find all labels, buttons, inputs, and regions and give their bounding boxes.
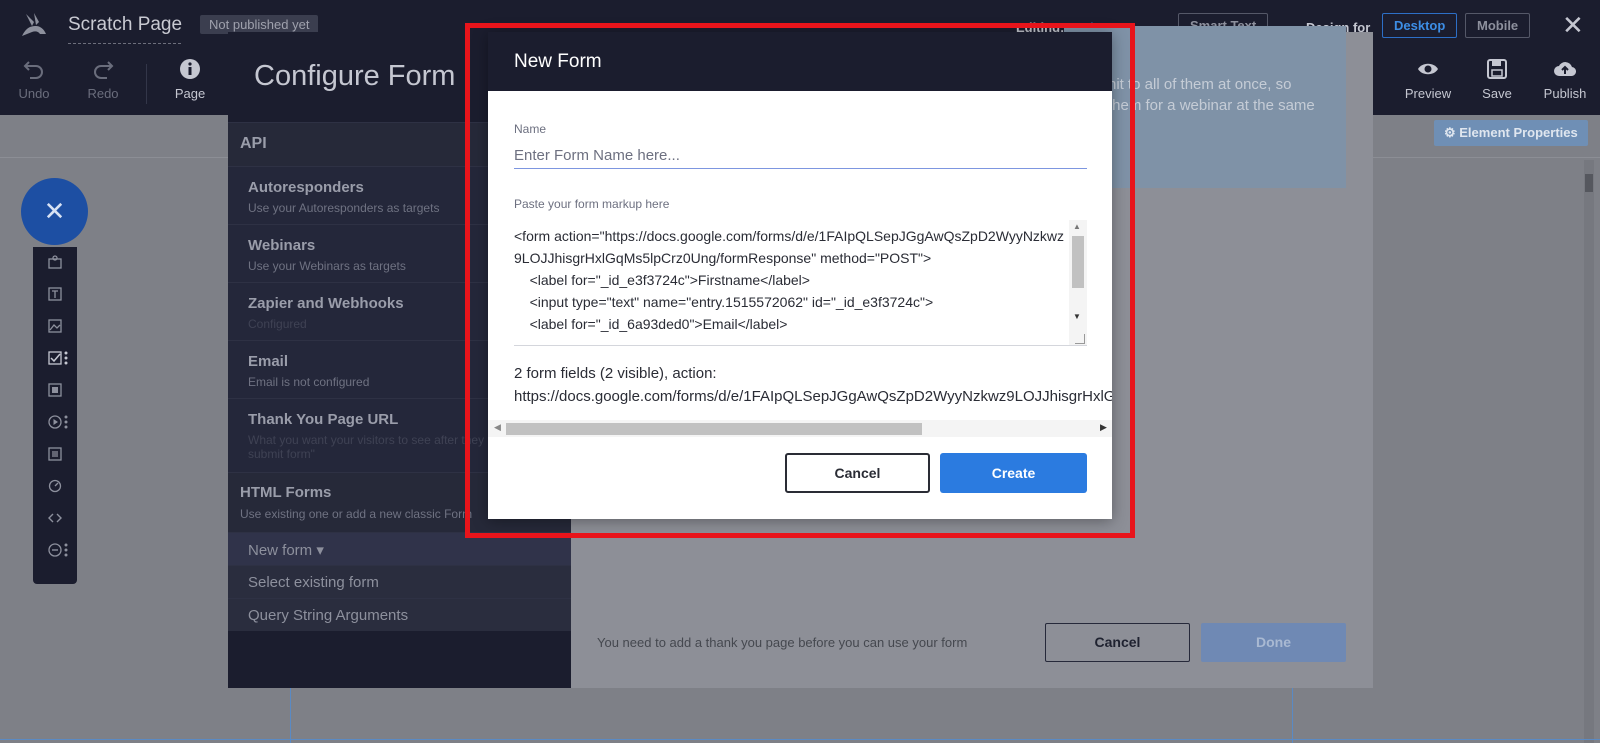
desktop-toggle[interactable]: Desktop: [1382, 13, 1458, 38]
rabbit-logo-icon: [22, 13, 46, 36]
close-icon[interactable]: ✕: [1562, 12, 1584, 38]
title-underline: [68, 43, 181, 44]
scroll-down-arrow-icon[interactable]: ▼: [1073, 312, 1081, 321]
markup-scrollbar[interactable]: ▲ ▼: [1069, 220, 1087, 345]
info-icon: [180, 59, 200, 79]
more-dots-icon[interactable]: [64, 415, 68, 429]
page-label: Page: [174, 86, 206, 101]
webinar-info-text: hit to all of them at once, so them for …: [1108, 76, 1315, 114]
scroll-right-arrow-icon[interactable]: ▶: [1100, 422, 1107, 433]
layout-guide-left: [290, 688, 291, 743]
undo-label: Undo: [18, 86, 50, 101]
summary-fields-line: 2 form fields (2 visible), action:: [514, 365, 717, 382]
horizontal-scrollbar-thumb[interactable]: [506, 423, 922, 435]
form-markup-textarea[interactable]: <form action="https://docs.google.com/fo…: [514, 220, 1087, 346]
form-markup-content[interactable]: <form action="https://docs.google.com/fo…: [514, 220, 1069, 335]
image-icon[interactable]: [48, 319, 62, 333]
item-title: Webinars: [248, 237, 316, 254]
item-subtitle: Use your Webinars as targets: [248, 259, 406, 273]
puzzle-icon[interactable]: [48, 255, 62, 269]
close-toolbar-button[interactable]: ✕: [21, 178, 88, 245]
modal-create-button[interactable]: Create: [940, 453, 1087, 493]
close-icon: ✕: [43, 196, 66, 226]
divider-icon[interactable]: [48, 543, 62, 557]
item-title: Thank You Page URL: [248, 411, 399, 428]
save-button[interactable]: Save: [1466, 58, 1528, 101]
markup-label: Paste your form markup here: [514, 197, 670, 211]
modal-title: New Form: [514, 51, 602, 72]
query-string-label: Query String Arguments: [248, 607, 409, 624]
layout-guide-right: [1292, 688, 1293, 743]
list-icon[interactable]: [48, 447, 62, 461]
undo-icon: [23, 61, 43, 79]
save-label: Save: [1482, 86, 1512, 101]
configure-cancel-button[interactable]: Cancel: [1045, 623, 1190, 662]
floppy-icon: [1487, 59, 1507, 79]
timer-icon[interactable]: [48, 479, 62, 493]
name-label: Name: [514, 122, 547, 136]
redo-label: Redo: [87, 86, 119, 101]
new-form-label: New form ▾: [248, 542, 324, 559]
more-dots-icon[interactable]: [64, 351, 68, 365]
summary-action-line: https://docs.google.com/forms/d/e/1FAIpQ…: [514, 388, 1112, 405]
summary-horizontal-scrollbar[interactable]: ◀ ▶: [488, 420, 1112, 437]
new-form-modal: New Form Name Paste your form markup her…: [488, 32, 1112, 519]
page-title[interactable]: Scratch Page: [68, 14, 182, 36]
configure-done-button[interactable]: Done: [1201, 623, 1346, 662]
item-title: Autoresponders: [248, 179, 364, 196]
undo-button[interactable]: Undo: [6, 58, 62, 101]
new-form-dropdown[interactable]: New form ▾: [228, 532, 571, 565]
preview-label: Preview: [1404, 86, 1452, 101]
form-checkbox-icon[interactable]: [48, 351, 62, 365]
layout-guide-bottom: [0, 739, 1600, 740]
preview-button[interactable]: Preview: [1397, 58, 1459, 101]
mobile-toggle[interactable]: Mobile: [1465, 13, 1531, 38]
scroll-left-arrow-icon[interactable]: ◀: [494, 422, 501, 433]
video-icon[interactable]: [48, 415, 62, 429]
redo-icon: [94, 61, 114, 79]
eye-icon: [1418, 63, 1438, 75]
api-label: API: [240, 135, 267, 152]
modal-header: New Form: [488, 32, 1112, 91]
configure-form-title: Configure Form: [254, 60, 456, 92]
html-forms-subtitle: Use existing one or add a new classic Fo…: [240, 507, 473, 521]
item-subtitle: Email is not configured: [248, 375, 370, 389]
html-forms-title: HTML Forms: [240, 484, 332, 501]
thank-you-warning: You need to add a thank you page before …: [597, 635, 968, 650]
form-parse-summary: 2 form fields (2 visible), action: https…: [514, 362, 1112, 408]
text-icon[interactable]: [48, 287, 62, 301]
element-toolbar: [33, 247, 77, 584]
item-title: Zapier and Webhooks: [248, 295, 404, 312]
cloud-upload-icon: [1554, 62, 1576, 77]
query-string-arguments-item[interactable]: Query String Arguments: [228, 598, 571, 631]
item-subtitle: Use your Autoresponders as targets: [248, 201, 440, 215]
redo-button[interactable]: Redo: [75, 58, 131, 101]
scroll-up-arrow-icon[interactable]: ▲: [1073, 222, 1081, 231]
item-subtitle: Configured: [248, 317, 307, 331]
more-dots-icon[interactable]: [64, 543, 68, 557]
modal-cancel-button[interactable]: Cancel: [785, 453, 930, 493]
publish-label: Publish: [1543, 86, 1587, 101]
resize-handle-icon[interactable]: [1075, 334, 1085, 344]
canvas-scrollbar-thumb[interactable]: [1585, 174, 1593, 192]
toolbar-divider: [146, 64, 147, 104]
canvas-scrollbar[interactable]: [1584, 160, 1594, 743]
select-existing-label: Select existing form: [248, 574, 379, 591]
page-button[interactable]: Page: [162, 58, 218, 101]
item-subtitle: What you want your visitors to see after…: [248, 433, 485, 461]
markup-scrollbar-thumb[interactable]: [1072, 236, 1084, 288]
element-properties-button[interactable]: ⚙ Element Properties: [1434, 120, 1588, 146]
item-title: Email: [248, 353, 289, 370]
select-existing-form-item[interactable]: Select existing form: [228, 565, 571, 598]
publish-button[interactable]: Publish: [1534, 58, 1596, 101]
form-name-input[interactable]: [514, 142, 1087, 169]
code-icon[interactable]: [48, 511, 62, 525]
box-icon[interactable]: [48, 383, 62, 397]
